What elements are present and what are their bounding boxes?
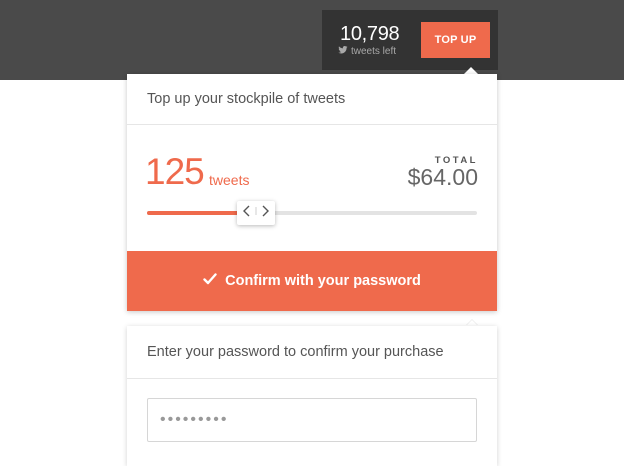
top-up-card: Top up your stockpile of tweets 125 twee… — [127, 74, 497, 311]
password-card-title: Enter your password to confirm your purc… — [127, 326, 497, 379]
twitter-bird-icon — [338, 45, 348, 58]
password-card: Enter your password to confirm your purc… — [127, 326, 497, 466]
tweets-left-label: tweets left — [351, 46, 397, 57]
slider-arrows-icon — [241, 204, 271, 223]
tweet-quantity-unit: tweets — [209, 172, 250, 188]
quantity-slider-handle[interactable] — [236, 201, 275, 225]
confirm-button-label: Confirm with your password — [225, 273, 421, 289]
confirm-with-password-button[interactable]: Confirm with your password — [127, 251, 497, 311]
top-up-button[interactable]: TOP UP — [421, 22, 490, 58]
tweet-balance-panel: 10,798 tweets left TOP UP — [322, 10, 498, 70]
tweets-left-label-row: tweets left — [338, 45, 396, 58]
tweet-quantity: 125 — [145, 151, 205, 192]
quantity-slider-track[interactable] — [147, 211, 477, 215]
tweet-count: 10,798 — [340, 23, 400, 45]
top-up-card-title: Top up your stockpile of tweets — [127, 74, 497, 125]
password-input[interactable] — [147, 398, 477, 442]
checkmark-icon — [203, 273, 217, 289]
total-price: $64.00 — [407, 164, 478, 190]
top-bar: 10,798 tweets left TOP UP — [0, 0, 624, 80]
